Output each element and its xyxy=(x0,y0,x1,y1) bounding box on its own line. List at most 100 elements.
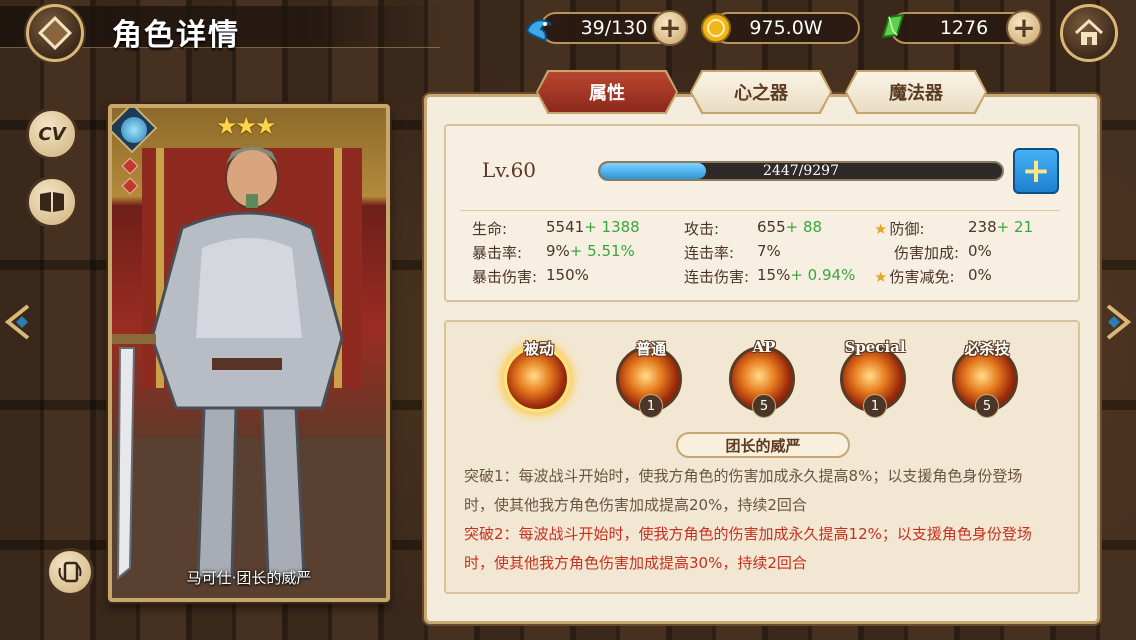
right-arrow-icon xyxy=(1106,304,1132,340)
stats-divider xyxy=(460,210,1060,211)
skill-normal[interactable]: 普通 1 xyxy=(616,336,686,426)
green-crystal-icon xyxy=(874,10,910,46)
stat-label: 暴击伤害: xyxy=(472,268,538,286)
stat-label: 攻击: xyxy=(684,220,720,238)
skill-label: 必杀技 xyxy=(964,340,1010,358)
skill-level-badge: 5 xyxy=(975,394,999,418)
skill-ultimate[interactable]: 必杀技 5 xyxy=(952,336,1022,426)
rarity-stars: ★★★ xyxy=(216,112,277,140)
stat-bonus: + 21 xyxy=(996,218,1034,236)
stat-value: 7% xyxy=(757,242,781,260)
stat-value: 9% xyxy=(546,242,570,260)
stat-bonus: + 1388 xyxy=(584,218,640,236)
stat-label: 暴击率: xyxy=(472,244,523,262)
flip-card-button[interactable] xyxy=(46,548,94,596)
stat-value: 238 xyxy=(968,218,997,236)
back-button[interactable] xyxy=(26,4,84,62)
stat-crit-dmg-value: 150% xyxy=(546,266,589,284)
stamina-value: 39/130 xyxy=(580,17,648,39)
skill-passive[interactable]: 被动 xyxy=(504,336,574,426)
top-bar: 角色详情 39/130 + 975.0W 1276 + xyxy=(0,0,1136,62)
skill-desc-line-highlight: 时，使其他我方角色伤害加成提高30%，持续2回合 xyxy=(464,554,807,572)
star-icon: ★ xyxy=(874,220,888,238)
knight-portrait xyxy=(112,147,386,598)
skill-label: 普通 xyxy=(635,340,666,358)
character-card: ★★★ 马可仕·团长的威严 xyxy=(108,104,390,602)
skill-desc-line: 时，使其他我方角色伤害加成提高20%，持续2回合 xyxy=(464,496,807,514)
skill-label: 被动 xyxy=(523,340,554,358)
tab-magic-gear-label: 魔法器 xyxy=(889,83,943,104)
stat-label: 防御: xyxy=(889,220,925,238)
stat-value: 655 xyxy=(757,218,786,236)
tab-heart-gear-label: 心之器 xyxy=(734,83,788,104)
skill-label: Special xyxy=(844,338,906,356)
add-gem-button[interactable]: + xyxy=(1006,10,1042,46)
stat-value: 15% xyxy=(757,266,791,284)
level-up-button[interactable]: + xyxy=(1013,148,1059,194)
stat-crit-rate-value: 9%+ 5.51% xyxy=(546,242,635,260)
skill-level-badge: 1 xyxy=(639,394,663,418)
stat-dmg-bonus-value: 0% xyxy=(968,242,992,260)
skill-level-badge: 5 xyxy=(752,394,776,418)
stat-label: 生命: xyxy=(472,220,508,238)
gold-coin-icon xyxy=(698,10,734,46)
stat-label: 伤害加成: xyxy=(894,244,960,262)
tab-magic-gear[interactable]: 魔法器 xyxy=(847,72,985,112)
skill-special[interactable]: Special 1 xyxy=(840,336,910,426)
stat-value: 150% xyxy=(546,266,589,284)
stat-dmg-bonus: 伤害加成: xyxy=(894,242,959,263)
stat-def-value: 238+ 21 xyxy=(968,218,1033,236)
back-diamond-icon xyxy=(38,16,72,50)
stat-value: 0% xyxy=(968,242,992,260)
stat-combo-rate-value: 7% xyxy=(757,242,781,260)
cv-label: CV xyxy=(38,123,66,145)
stat-def: ★ 防御: xyxy=(874,218,925,239)
stat-label: 伤害减免: xyxy=(889,268,955,286)
stat-crit-dmg: 暴击伤害: xyxy=(472,266,537,287)
stat-combo-dmg-value: 15%+ 0.94% xyxy=(757,266,855,284)
page-title: 角色详情 xyxy=(112,18,240,53)
home-button[interactable] xyxy=(1060,4,1118,62)
stat-bonus: + 0.94% xyxy=(790,266,856,284)
stat-bonus: + 88 xyxy=(785,218,823,236)
add-stamina-button[interactable]: + xyxy=(652,10,688,46)
stat-value: 0% xyxy=(968,266,992,284)
character-name: 马可仕·团长的威严 xyxy=(186,569,312,587)
stat-bonus: + 5.51% xyxy=(569,242,635,260)
tab-attributes[interactable]: 属性 xyxy=(538,72,676,112)
prev-character-arrow[interactable] xyxy=(0,300,34,344)
home-icon xyxy=(1074,18,1104,45)
gem-value: 1276 xyxy=(939,17,989,39)
skill-desc-line: 突破1：每波战斗开始时，使我方角色的伤害加成永久提高8%；以支援角色身份登场 xyxy=(464,467,1023,485)
stat-combo-rate: 连击率: xyxy=(684,242,734,263)
stat-atk: 攻击: xyxy=(684,218,719,239)
stat-dmg-reduce: ★ 伤害减免: xyxy=(874,266,955,287)
stat-value: 5541 xyxy=(546,218,585,236)
gold-counter: 975.0W xyxy=(712,12,860,44)
exp-text: 2447/9297 xyxy=(763,163,839,179)
skill-label: AP xyxy=(752,338,776,356)
gold-value: 975.0W xyxy=(749,17,823,39)
tab-heart-gear[interactable]: 心之器 xyxy=(692,72,830,112)
book-icon xyxy=(40,192,64,212)
skill-ap[interactable]: AP 5 xyxy=(729,336,799,426)
profile-book-button[interactable] xyxy=(26,176,78,228)
stat-label: 连击伤害: xyxy=(684,268,750,286)
left-arrow-icon xyxy=(4,304,30,340)
stat-label: 连击率: xyxy=(684,244,735,262)
skill-title: 团长的威严 xyxy=(676,432,850,458)
stat-combo-dmg: 连击伤害: xyxy=(684,266,749,287)
skill-desc-line-highlight: 突破2：每波战斗开始时，使我方角色的伤害加成永久提高12%；以支援角色身份登场 xyxy=(464,525,1032,543)
level-label: Lv.60 xyxy=(482,158,537,182)
stamina-fish-icon xyxy=(520,10,556,46)
stat-crit-rate: 暴击率: xyxy=(472,242,522,263)
skill-level-badge: 1 xyxy=(863,394,887,418)
stat-hp: 生命: xyxy=(472,218,507,239)
water-element-icon xyxy=(121,117,147,143)
rotate-icon xyxy=(58,561,82,583)
cv-voice-button[interactable]: CV xyxy=(26,108,78,160)
stat-dmg-reduce-value: 0% xyxy=(968,266,992,284)
stat-hp-value: 5541+ 1388 xyxy=(546,218,640,236)
stat-atk-value: 655+ 88 xyxy=(757,218,822,236)
next-character-arrow[interactable] xyxy=(1102,300,1136,344)
